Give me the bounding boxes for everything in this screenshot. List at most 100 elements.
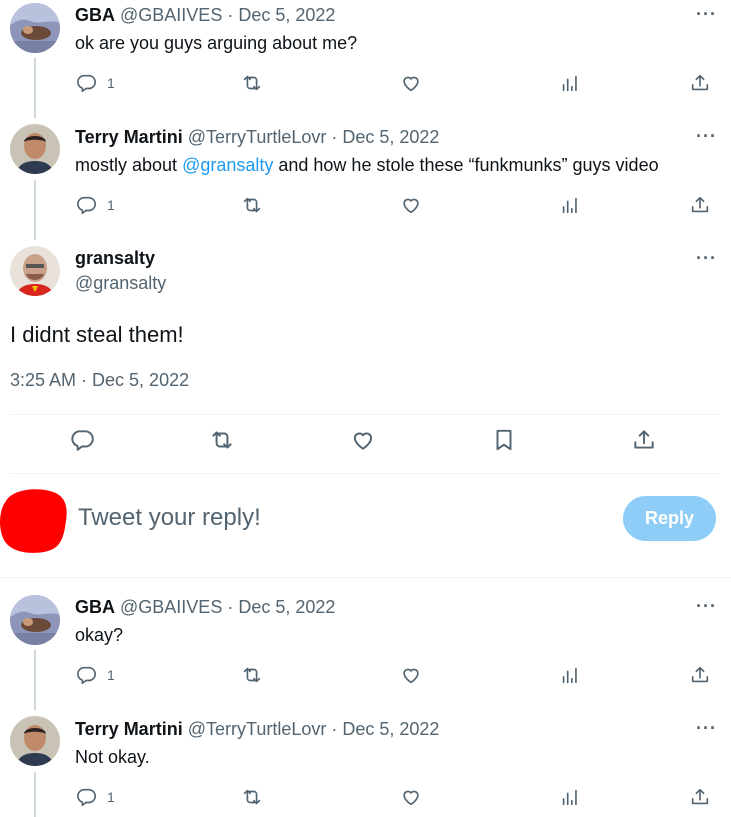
views-button[interactable] [559, 663, 581, 687]
share-button[interactable] [689, 193, 711, 217]
reply-button[interactable]: 1 [75, 71, 115, 95]
bookmark-icon [491, 427, 517, 453]
retweet-icon [241, 786, 263, 808]
reply-button[interactable]: 1 [75, 785, 115, 809]
more-icon[interactable]: ··· [696, 4, 717, 25]
avatar-terry[interactable] [10, 716, 60, 766]
retweet-button[interactable] [209, 428, 235, 452]
avatar-gransalty[interactable] [10, 246, 60, 296]
tweet-text: okay? [75, 625, 124, 645]
mention-link[interactable]: @gransalty [182, 155, 273, 175]
reply-icon [69, 427, 95, 453]
like-button[interactable] [350, 428, 376, 452]
author-name[interactable]: GBA [75, 597, 115, 617]
author-name[interactable]: GBA [75, 5, 115, 25]
avatar-terry[interactable] [10, 124, 60, 174]
redacted-avatar [0, 489, 67, 553]
tweet-gba[interactable]: GBA @GBAIIVES · Dec 5, 2022 ··· ok are y… [0, 0, 731, 120]
like-icon [350, 427, 376, 453]
bookmark-button[interactable] [491, 428, 517, 452]
like-button[interactable] [400, 193, 422, 217]
tweet-timestamp[interactable]: 3:25 AM · Dec 5, 2022 [10, 370, 189, 391]
tweet-date[interactable]: · Dec 5, 2022 [227, 597, 335, 617]
reply-icon [75, 72, 97, 94]
reply-button[interactable] [69, 428, 95, 452]
tweet-text: ok are you guys arguing about me? [75, 33, 358, 53]
reply-button[interactable]: 1 [75, 663, 115, 687]
retweet-button[interactable] [241, 785, 263, 809]
focused-tweet-actions [0, 428, 731, 460]
share-button[interactable] [631, 428, 657, 452]
thread-line [34, 180, 36, 240]
share-icon [689, 72, 711, 94]
reply-count: 1 [107, 667, 115, 683]
reply-input[interactable]: Tweet your reply! [78, 504, 261, 532]
tweet-actions: 1 [75, 71, 715, 95]
reply-icon [75, 194, 97, 216]
divider [0, 577, 731, 578]
divider [10, 473, 719, 474]
author-handle[interactable]: @TerryTurtleLovr [188, 719, 327, 739]
retweet-icon [241, 72, 263, 94]
views-icon [559, 786, 581, 808]
tweet-header: Terry Martini @TerryTurtleLovr · Dec 5, … [75, 718, 439, 740]
reply-icon [75, 664, 97, 686]
share-icon [689, 194, 711, 216]
author-name[interactable]: Terry Martini [75, 127, 183, 147]
thread-line [34, 772, 36, 817]
share-icon [689, 664, 711, 686]
more-icon[interactable]: ··· [696, 718, 717, 739]
tweet-gba-reply[interactable]: GBA @GBAIIVES · Dec 5, 2022 ··· okay? 1 [0, 592, 731, 710]
tweet-terry[interactable]: Terry Martini @TerryTurtleLovr · Dec 5, … [0, 120, 731, 242]
author-handle[interactable]: @GBAIIVES [120, 5, 222, 25]
retweet-button[interactable] [241, 193, 263, 217]
tweet-text: mostly about @gransalty and how he stole… [75, 153, 659, 177]
share-icon [689, 786, 711, 808]
more-icon[interactable]: ··· [696, 248, 717, 269]
tweet-header: GBA @GBAIIVES · Dec 5, 2022 [75, 4, 335, 26]
like-button[interactable] [400, 663, 422, 687]
tweet-actions: 1 [75, 663, 715, 687]
like-button[interactable] [400, 71, 422, 95]
tweet-header: GBA @GBAIIVES · Dec 5, 2022 [75, 596, 335, 618]
views-button[interactable] [559, 785, 581, 809]
more-icon[interactable]: ··· [696, 596, 717, 617]
share-button[interactable] [689, 71, 711, 95]
like-icon [400, 664, 422, 686]
author-handle[interactable]: @TerryTurtleLovr [188, 127, 327, 147]
views-button[interactable] [559, 193, 581, 217]
thread-line [34, 58, 36, 118]
retweet-button[interactable] [241, 663, 263, 687]
thread-line [34, 650, 36, 710]
avatar-gba[interactable] [10, 3, 60, 53]
tweet-terry-reply[interactable]: Terry Martini @TerryTurtleLovr · Dec 5, … [0, 712, 731, 817]
author-handle[interactable]: @gransalty [75, 273, 166, 294]
reply-count: 1 [107, 789, 115, 805]
tweet-text: Not okay. [75, 747, 150, 767]
author-name[interactable]: Terry Martini [75, 719, 183, 739]
reply-icon [75, 786, 97, 808]
retweet-icon [209, 427, 235, 453]
reply-button[interactable]: 1 [75, 193, 115, 217]
more-icon[interactable]: ··· [696, 126, 717, 147]
focused-tweet-text: I didnt steal them! [10, 322, 184, 347]
share-button[interactable] [689, 785, 711, 809]
views-button[interactable] [559, 71, 581, 95]
like-button[interactable] [400, 785, 422, 809]
tweet-date[interactable]: · Dec 5, 2022 [331, 127, 439, 147]
tweet-date[interactable]: · Dec 5, 2022 [331, 719, 439, 739]
author-name[interactable]: gransalty [75, 248, 155, 269]
reply-submit-button[interactable]: Reply [623, 496, 716, 541]
tweet-actions: 1 [75, 785, 715, 809]
share-button[interactable] [689, 663, 711, 687]
retweet-button[interactable] [241, 71, 263, 95]
author-handle[interactable]: @GBAIIVES [120, 597, 222, 617]
retweet-icon [241, 664, 263, 686]
avatar-gba[interactable] [10, 595, 60, 645]
like-icon [400, 786, 422, 808]
tweet-date[interactable]: · Dec 5, 2022 [227, 5, 335, 25]
divider [10, 414, 719, 415]
tweet-header: Terry Martini @TerryTurtleLovr · Dec 5, … [75, 126, 439, 148]
like-icon [400, 72, 422, 94]
reply-count: 1 [107, 197, 115, 213]
